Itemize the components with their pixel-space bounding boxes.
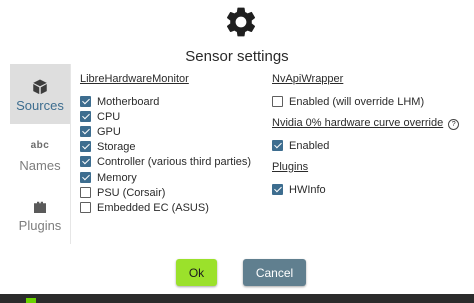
checkbox-label: GPU <box>97 125 121 138</box>
section-nvidia-curve-override: Nvidia 0% hardware curve override? <box>272 117 460 130</box>
nav-divider <box>70 64 71 244</box>
abc-icon: abc <box>30 140 50 151</box>
checkbox-label: PSU (Corsair) <box>97 186 166 199</box>
nav-item-names[interactable]: abc Names <box>10 124 70 184</box>
checkbox-label: Enabled <box>289 139 330 152</box>
plugin-icon <box>34 201 46 213</box>
checkbox-label: Memory <box>97 171 137 184</box>
checkbox[interactable] <box>80 111 91 122</box>
gear-icon <box>226 7 256 37</box>
checkbox-row-embedded-ec[interactable]: Embedded EC (ASUS) <box>80 200 209 215</box>
checkbox-row-storage[interactable]: Storage <box>80 139 136 154</box>
nav-label-sources: Sources <box>16 98 64 113</box>
checkbox[interactable] <box>80 126 91 137</box>
checkbox-row-nvidia-enabled[interactable]: Enabled <box>272 138 329 153</box>
checkbox[interactable] <box>80 141 91 152</box>
taskbar <box>0 294 474 303</box>
checkbox-label: Embedded EC (ASUS) <box>97 201 209 214</box>
checkbox-row-gpu[interactable]: GPU <box>80 124 121 139</box>
checkbox-label: Storage <box>97 140 136 153</box>
checkbox-row-nvapi-enabled[interactable]: Enabled (will override LHM) <box>272 94 424 109</box>
checkbox[interactable] <box>80 187 91 198</box>
cancel-button[interactable]: Cancel <box>243 259 306 286</box>
section-heading-text: Nvidia 0% hardware curve override <box>272 117 444 129</box>
nav-label-names: Names <box>19 158 61 173</box>
nav-label-plugins: Plugins <box>18 218 62 233</box>
checkbox[interactable] <box>80 202 91 213</box>
checkbox-row-hwinfo[interactable]: HWInfo <box>272 182 326 197</box>
checkbox[interactable] <box>272 96 283 107</box>
checkbox[interactable] <box>80 96 91 107</box>
dialog-title: Sensor settings <box>185 48 289 65</box>
checkbox-row-controller[interactable]: Controller (various third parties) <box>80 154 251 169</box>
nav-item-plugins[interactable]: Plugins <box>10 184 70 244</box>
checkbox-label: Motherboard <box>97 95 160 108</box>
checkbox-label: HWInfo <box>289 183 326 196</box>
taskbar-indicator <box>26 298 36 303</box>
checkbox[interactable] <box>80 172 91 183</box>
section-nvapiwrapper: NvApiWrapper <box>272 73 344 85</box>
checkbox[interactable] <box>80 156 91 167</box>
checkbox[interactable] <box>272 140 283 151</box>
checkbox-row-motherboard[interactable]: Motherboard <box>80 94 159 109</box>
ok-button[interactable]: Ok <box>176 259 217 286</box>
checkbox-row-psu[interactable]: PSU (Corsair) <box>80 185 165 200</box>
section-plugins: Plugins <box>272 161 309 173</box>
checkbox-label: Controller (various third parties) <box>97 155 252 168</box>
nav-item-sources[interactable]: Sources <box>10 64 70 124</box>
checkbox-row-memory[interactable]: Memory <box>80 170 137 185</box>
checkbox-label: Enabled (will override LHM) <box>289 95 425 108</box>
help-icon[interactable]: ? <box>448 119 460 130</box>
cube-icon <box>33 79 47 95</box>
settings-nav: Sources abc Names Plugins <box>10 64 70 244</box>
checkbox-row-cpu[interactable]: CPU <box>80 109 120 124</box>
checkbox[interactable] <box>272 184 283 195</box>
section-librehardwaremonitor: LibreHardwareMonitor <box>80 73 189 85</box>
checkbox-label: CPU <box>97 110 121 123</box>
